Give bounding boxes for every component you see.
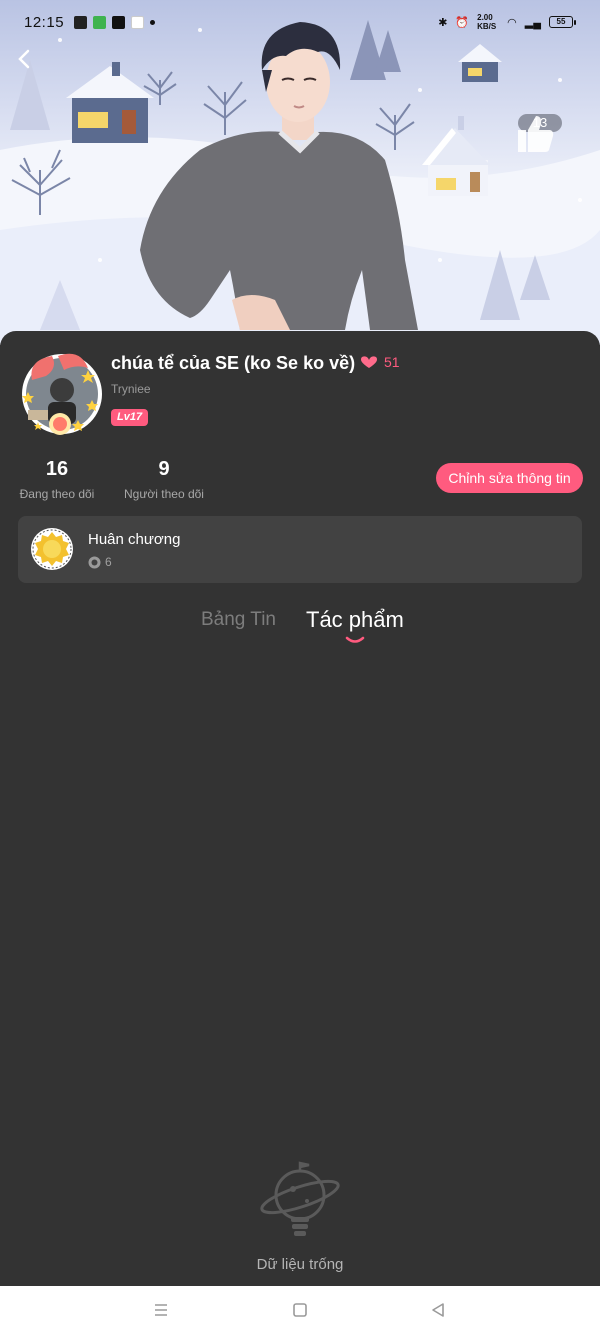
avatar-frame (22, 353, 102, 435)
followers-count: 9 (158, 458, 170, 480)
battery-icon: 55 (549, 16, 576, 28)
thumbs-up-icon (518, 116, 554, 152)
back-button[interactable] (12, 46, 38, 72)
following-stat[interactable]: 16 Đang theo dõi (14, 458, 100, 501)
heart-level: 51 (358, 354, 400, 370)
back-arrow-icon (18, 49, 30, 69)
empty-state: Dữ liệu trống (0, 1157, 600, 1273)
bluetooth-icon: ✱ (438, 16, 448, 29)
notification-app-icon (131, 15, 145, 29)
username: Tryniee (111, 382, 151, 396)
like-button[interactable]: 13 (512, 112, 568, 184)
avatar[interactable] (18, 350, 106, 438)
heart-level-value: 51 (384, 354, 400, 370)
notification-app-icon (74, 15, 88, 29)
alarm-icon: ⏰ (455, 16, 470, 29)
tab-works[interactable]: Tác phẩm (306, 607, 404, 633)
system-nav-bar (0, 1286, 600, 1333)
edit-profile-button[interactable]: Chỉnh sửa thông tin (436, 463, 583, 493)
status-time: 12:15 (24, 13, 65, 31)
signal-icon: ▂▄ (524, 16, 541, 29)
level-badge: Lv17 (111, 409, 149, 426)
lightbulb-planet-icon (260, 1161, 340, 1236)
more-dot-icon (150, 19, 156, 25)
notification-app-icon (93, 15, 107, 29)
heart-icon (360, 356, 378, 368)
menu-icon[interactable] (151, 1300, 171, 1320)
profile-banner: 12:15 ✱ ⏰ 2.00 KB/S ◠ ▂▄ 55 (0, 0, 600, 345)
medal-icon (31, 528, 73, 570)
medals-title: Huân chương (88, 531, 181, 548)
back-triangle-icon[interactable] (428, 1300, 448, 1320)
coin-icon (88, 556, 101, 568)
status-bar: 12:15 ✱ ⏰ 2.00 KB/S ◠ ▂▄ 55 (0, 0, 600, 44)
empty-state-text: Dữ liệu trống (256, 1256, 344, 1273)
profile-sheet: chúa tể của SE (ko Se ko về) 51 Tryniee … (0, 331, 600, 1286)
medals-card[interactable]: Huân chương 6 (18, 516, 582, 583)
following-count: 16 (45, 458, 69, 480)
followers-stat[interactable]: 9 Người theo dõi (118, 458, 210, 501)
profile-name: chúa tể của SE (ko Se ko về) (111, 353, 356, 373)
active-tab-indicator (345, 636, 365, 643)
following-label: Đang theo dõi (19, 487, 95, 501)
wifi-icon: ◠ (507, 16, 517, 29)
winter-scene-illustration (0, 20, 600, 345)
home-icon[interactable] (290, 1300, 310, 1320)
notification-icons (74, 15, 156, 29)
medals-count: 6 (88, 555, 112, 569)
medals-count-value: 6 (105, 555, 112, 569)
content-tabs: Bảng Tin Tác phẩm (0, 605, 600, 645)
notification-app-icon (112, 15, 126, 29)
network-speed: 2.00 KB/S (477, 13, 497, 31)
followers-label: Người theo dõi (124, 487, 204, 501)
tab-feed[interactable]: Bảng Tin (201, 609, 276, 631)
battery-level: 55 (549, 16, 573, 28)
